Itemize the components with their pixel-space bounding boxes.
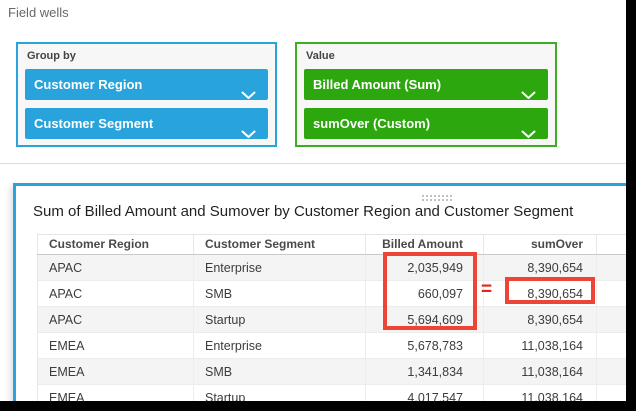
visual-title: Sum of Billed Amount and Sumover by Cust… xyxy=(33,203,573,220)
chevron-down-icon[interactable] xyxy=(241,80,256,89)
cell-region: APAC xyxy=(38,255,194,281)
cell-segment: Startup xyxy=(194,307,366,333)
pivot-table: Customer Region Customer Segment Billed … xyxy=(37,234,636,411)
cell-billed-amount: 1,341,834 xyxy=(366,359,484,385)
screenshot-edge-right xyxy=(626,0,636,411)
cell-segment: SMB xyxy=(194,281,366,307)
chevron-down-icon[interactable] xyxy=(241,119,256,128)
cell-billed-amount: 5,678,783 xyxy=(366,333,484,359)
drag-handle-icon[interactable] xyxy=(421,194,453,202)
table-row: EMEA Enterprise 5,678,783 11,038,164 xyxy=(38,333,636,359)
value-field-well: Value Billed Amount (Sum) sumOver (Custo… xyxy=(295,42,557,147)
cell-segment: Enterprise xyxy=(194,333,366,359)
value-label: Value xyxy=(306,50,335,62)
column-header-customer-region: Customer Region xyxy=(38,235,194,255)
chevron-down-icon[interactable] xyxy=(521,119,536,128)
cell-region: EMEA xyxy=(38,359,194,385)
column-header-sumover: sumOver xyxy=(484,235,597,255)
field-wells-screen: Field wells Group by Customer Region Cus… xyxy=(0,0,636,411)
table-header-row: Customer Region Customer Segment Billed … xyxy=(38,235,636,255)
cell-sumover: 11,038,164 xyxy=(484,359,597,385)
cell-segment: Enterprise xyxy=(194,255,366,281)
cell-sumover: 11,038,164 xyxy=(484,333,597,359)
table-row: EMEA SMB 1,341,834 11,038,164 xyxy=(38,359,636,385)
dropdown-customer-region-label: Customer Region xyxy=(34,77,142,92)
cell-region: EMEA xyxy=(38,333,194,359)
dropdown-customer-region[interactable]: Customer Region xyxy=(25,69,268,100)
dropdown-billed-amount-sum[interactable]: Billed Amount (Sum) xyxy=(304,69,548,100)
dropdown-sumover-custom-label: sumOver (Custom) xyxy=(313,116,430,131)
dropdown-customer-segment[interactable]: Customer Segment xyxy=(25,108,268,139)
cell-region: APAC xyxy=(38,307,194,333)
column-header-customer-segment: Customer Segment xyxy=(194,235,366,255)
screenshot-edge-bottom xyxy=(0,401,636,411)
cell-region: APAC xyxy=(38,281,194,307)
field-wells-heading: Field wells xyxy=(8,5,69,20)
dropdown-billed-amount-sum-label: Billed Amount (Sum) xyxy=(313,77,441,92)
highlight-box-billed-amount-column xyxy=(383,252,477,330)
table-row: APAC Startup 5,694,609 8,390,654 xyxy=(38,307,636,333)
equals-annotation: = xyxy=(481,279,505,301)
section-divider xyxy=(0,163,626,164)
cell-sumover: 8,390,654 xyxy=(484,307,597,333)
dropdown-customer-segment-label: Customer Segment xyxy=(34,116,153,131)
cell-segment: SMB xyxy=(194,359,366,385)
highlight-box-sumover-cell xyxy=(505,277,595,304)
group-by-field-well: Group by Customer Region Customer Segmen… xyxy=(16,42,277,147)
chevron-down-icon[interactable] xyxy=(521,80,536,89)
dropdown-sumover-custom[interactable]: sumOver (Custom) xyxy=(304,108,548,139)
group-by-label: Group by xyxy=(27,50,76,62)
